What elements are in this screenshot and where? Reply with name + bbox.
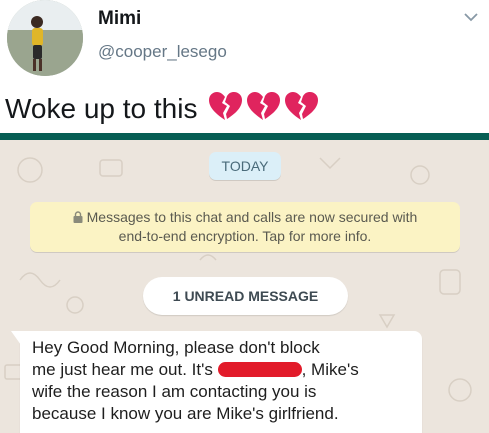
broken-heart-icon — [209, 92, 243, 120]
message-line: wife the reason I am contacting you is — [32, 382, 317, 401]
chevron-down-icon[interactable] — [462, 8, 480, 26]
tweet-text-content: Woke up to this — [5, 93, 198, 124]
encryption-notice[interactable]: Messages to this chat and calls are now … — [30, 202, 460, 252]
chat-area: TODAY Messages to this chat and calls ar… — [0, 140, 489, 433]
incoming-message-bubble[interactable]: Hey Good Morning, please don't block me … — [11, 331, 422, 433]
lock-icon — [73, 211, 83, 223]
date-chip: TODAY — [209, 152, 281, 180]
whatsapp-header-strip — [0, 133, 489, 140]
message-text: , Mike's — [301, 360, 359, 379]
redacted-name — [217, 362, 302, 377]
unread-message-divider: 1 UNREAD MESSAGE — [143, 277, 348, 315]
broken-heart-emojis — [209, 92, 319, 129]
tweet-header: Mimi @cooper_lesego — [0, 0, 489, 92]
message-line: Hey Good Morning, please don't block — [32, 338, 320, 357]
display-name[interactable]: Mimi — [98, 8, 141, 30]
handle[interactable]: @cooper_lesego — [98, 42, 227, 62]
message-line: me just hear me out. It's , Mike's — [32, 359, 412, 381]
encryption-notice-line1: Messages to this chat and calls are now … — [86, 209, 418, 225]
broken-heart-icon — [285, 92, 319, 120]
message-line: because I know you are Mike's girlfriend… — [32, 404, 339, 423]
encryption-notice-line2: end-to-end encryption. Tap for more info… — [118, 228, 372, 244]
bubble-tail — [11, 331, 21, 345]
avatar[interactable] — [7, 0, 83, 76]
message-text: me just hear me out. It's — [32, 360, 213, 379]
tweet-text: Woke up to this — [5, 92, 319, 129]
broken-heart-icon — [247, 92, 281, 120]
